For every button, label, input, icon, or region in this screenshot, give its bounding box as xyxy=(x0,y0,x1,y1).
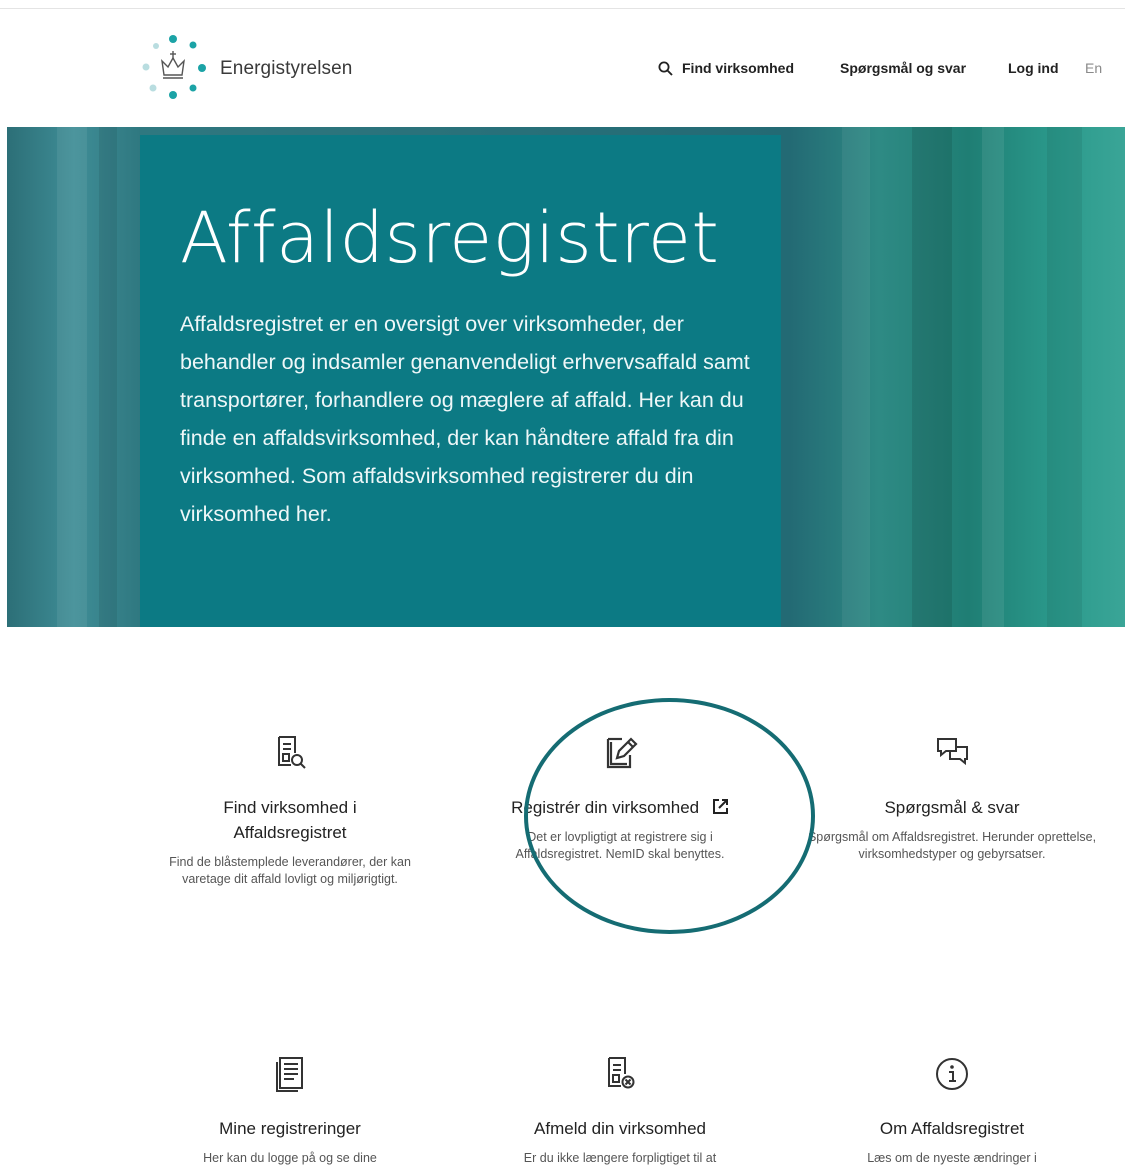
card-description: Det er lovpligtigt at registrere sig i A… xyxy=(515,830,725,861)
hero-banner: Affaldsregistret Affaldsregistret er en … xyxy=(7,127,1125,627)
page-title: Affaldsregistret xyxy=(180,197,720,279)
hero-bg-stripe xyxy=(912,127,952,627)
card-title: Find virksomhed i Affaldsregistret xyxy=(223,798,357,842)
card-title: Om Affaldsregistret xyxy=(879,1119,1025,1138)
hero-bg-stripe xyxy=(57,127,87,627)
site-header: Energistyrelsen Find virksomhed Spørgsmå… xyxy=(0,0,1125,126)
hero-bg-stripe xyxy=(982,127,1004,627)
edit-document-icon xyxy=(606,737,638,769)
hero-bg-stripe xyxy=(842,127,870,627)
card-faq[interactable]: Spørgsmål & svar Spørgsmål om Affaldsreg… xyxy=(807,733,1097,863)
external-link-icon xyxy=(712,799,728,814)
card-my-registrations[interactable]: Mine registreringer Her kan du logge på … xyxy=(145,1054,435,1167)
nav-find-company[interactable]: Find virksomhed xyxy=(658,60,794,76)
card-find-company[interactable]: Find virksomhed i Affaldsregistret Find … xyxy=(145,733,435,888)
card-unregister-company[interactable]: Afmeld din virksomhed Er du ikke længere… xyxy=(475,1054,765,1167)
card-about[interactable]: Om Affaldsregistret Læs om de nyeste ænd… xyxy=(807,1054,1097,1167)
nav-faq[interactable]: Spørgsmål og svar xyxy=(840,60,966,76)
document-list-icon xyxy=(276,1057,303,1092)
crown-logo-icon xyxy=(142,35,206,99)
card-title: Afmeld din virksomhed xyxy=(534,1119,706,1138)
document-search-icon xyxy=(278,736,306,769)
card-register-company[interactable]: Registrér din virksomhed Det er lovpligt… xyxy=(475,733,765,863)
language-switch[interactable]: En xyxy=(1085,60,1102,76)
hero-description: Affaldsregistret er en oversigt over vir… xyxy=(180,312,750,526)
card-description: Læs om de nyeste ændringer i xyxy=(867,1151,1037,1165)
card-description: Er du ikke længere forpligtiget til at xyxy=(523,1151,717,1165)
hero-bg-stripe xyxy=(99,127,117,627)
nav-login[interactable]: Log ind xyxy=(1008,60,1059,76)
energistyrelsen-logo[interactable]: Energistyrelsen xyxy=(138,33,368,103)
hero-bg-stripe xyxy=(1047,127,1082,627)
card-title: Registrér din virksomhed xyxy=(511,798,700,817)
document-remove-icon xyxy=(608,1057,635,1089)
logo-wordmark: Energistyrelsen xyxy=(220,58,353,79)
chat-bubbles-icon xyxy=(937,738,968,766)
info-icon xyxy=(936,1058,968,1090)
nav-find-label: Find virksomhed xyxy=(682,60,795,76)
card-title: Mine registreringer xyxy=(219,1119,361,1138)
hero-text-panel: Affaldsregistret Affaldsregistret er en … xyxy=(140,135,781,627)
card-title: Spørgsmål & svar xyxy=(884,798,1020,817)
card-title-row: Registrér din virksomhed xyxy=(475,795,765,820)
card-description: Her kan du logge på og se dine xyxy=(203,1151,377,1165)
card-description: Find de blåstemplede leverandører, der k… xyxy=(169,855,411,886)
card-description: Spørgsmål om Affaldsregistret. Herunder … xyxy=(807,830,1097,861)
search-icon xyxy=(658,61,673,76)
